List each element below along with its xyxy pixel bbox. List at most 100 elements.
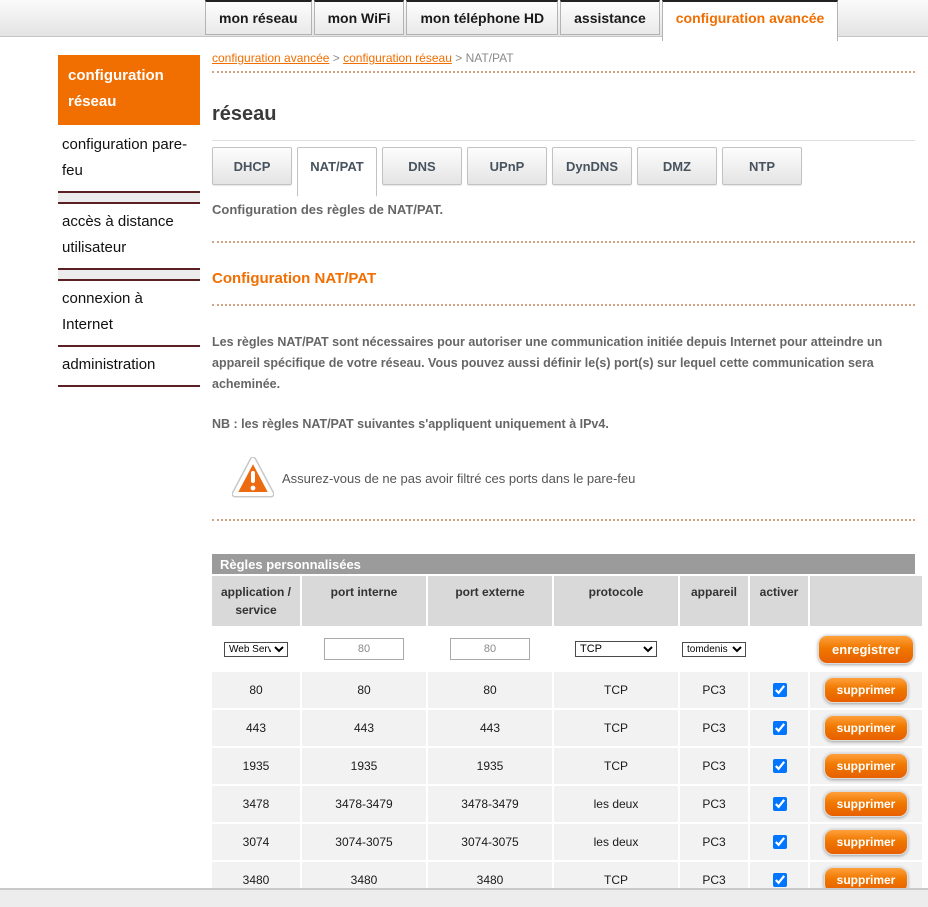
dotted-divider	[212, 304, 915, 306]
dotted-divider	[212, 519, 915, 521]
dotted-divider	[212, 241, 915, 243]
column-header-actions	[810, 576, 922, 626]
supprimer-button[interactable]: supprimer	[824, 791, 909, 817]
rule-row: 443443443TCPPC3supprimer	[212, 710, 922, 746]
supprimer-button[interactable]: supprimer	[824, 677, 909, 703]
activer-cell	[750, 786, 808, 822]
sidebar: configuration réseauconfiguration pare-f…	[58, 55, 200, 387]
subtab-strip: DHCPNAT/PATDNSUPnPDynDNSDMZNTP	[212, 140, 915, 196]
top-tab-mon-reseau[interactable]: mon réseau	[205, 0, 312, 35]
breadcrumb: configuration avancée > configuration ré…	[212, 43, 915, 71]
rule-row: 193519351935TCPPC3supprimer	[212, 748, 922, 784]
subtab-ntp[interactable]: NTP	[722, 147, 802, 185]
main-content: configuration avancée > configuration ré…	[212, 43, 915, 900]
enregistrer-button[interactable]: enregistrer	[818, 635, 914, 664]
supprimer-button[interactable]: supprimer	[824, 753, 909, 779]
port-externe-cell: 3478-3479	[428, 786, 552, 822]
subtab-dhcp[interactable]: DHCP	[212, 147, 292, 185]
activer-checkbox[interactable]	[773, 873, 787, 887]
actions-cell: supprimer	[810, 824, 922, 860]
sidebar-item-configuration-pare-feu[interactable]: configuration pare-feu	[58, 127, 200, 193]
application-service-select[interactable]: Web Serv	[224, 642, 288, 657]
port-interne-cell: 3074-3075	[302, 824, 426, 860]
port-externe-cell: 443	[428, 710, 552, 746]
rules-table-section: Règles personnalisées application / serv…	[212, 554, 915, 900]
application-cell: 3478	[212, 786, 300, 822]
subtab-upnp[interactable]: UPnP	[467, 147, 547, 185]
actions-cell: supprimer	[810, 786, 922, 822]
actions-cell: supprimer	[810, 672, 922, 708]
subtab-nat-pat[interactable]: NAT/PAT	[297, 147, 377, 197]
rule-row: 30743074-30753074-3075les deuxPC3supprim…	[212, 824, 922, 860]
rule-row: 808080TCPPC3supprimer	[212, 672, 922, 708]
port-externe-cell: 1935	[428, 748, 552, 784]
activer-cell	[750, 748, 808, 784]
column-header-appareil: appareil	[680, 576, 748, 626]
activer-checkbox[interactable]	[773, 721, 787, 735]
application-cell: 3074	[212, 824, 300, 860]
appareil-cell: PC3	[680, 748, 748, 784]
footer-bar	[0, 888, 928, 907]
protocole-cell: TCP	[554, 748, 678, 784]
rules-table-header-row: application / service port interne port …	[212, 576, 922, 626]
activer-checkbox[interactable]	[773, 683, 787, 697]
top-tab-assistance[interactable]: assistance	[560, 0, 660, 35]
activer-cell	[750, 824, 808, 860]
column-header-port-interne: port interne	[302, 576, 426, 626]
port-interne-cell: 80	[302, 672, 426, 708]
dotted-divider	[212, 71, 915, 73]
subtab-dns[interactable]: DNS	[382, 147, 462, 185]
top-tab-mon-wifi[interactable]: mon WiFi	[314, 0, 405, 35]
column-header-protocole: protocole	[554, 576, 678, 626]
sidebar-item-acces-a-distance-utilisateur[interactable]: accès à distance utilisateur	[58, 204, 200, 270]
appareil-cell: PC3	[680, 672, 748, 708]
supprimer-button[interactable]: supprimer	[824, 715, 909, 741]
subtab-dmz[interactable]: DMZ	[637, 147, 717, 185]
application-cell: 1935	[212, 748, 300, 784]
warning-triangle-icon	[232, 457, 274, 499]
port-interne-cell: 1935	[302, 748, 426, 784]
description-text: Les règles NAT/PAT sont nécessaires pour…	[212, 332, 915, 395]
activer-cell	[750, 672, 808, 708]
breadcrumb-link-configuration-reseau[interactable]: configuration réseau	[343, 51, 452, 65]
supprimer-button[interactable]: supprimer	[824, 829, 909, 855]
sidebar-spacer	[58, 270, 200, 281]
port-externe-input[interactable]	[450, 638, 530, 660]
protocole-cell: les deux	[554, 786, 678, 822]
sidebar-spacer	[58, 193, 200, 204]
activer-checkbox[interactable]	[773, 759, 787, 773]
breadcrumb-current: NAT/PAT	[466, 51, 514, 65]
activer-cell	[750, 710, 808, 746]
breadcrumb-link-configuration-avancee[interactable]: configuration avancée	[212, 51, 329, 65]
appareil-select[interactable]: tomdenis	[682, 642, 746, 657]
column-header-port-externe: port externe	[428, 576, 552, 626]
top-tab-mon-telephone-hd[interactable]: mon téléphone HD	[406, 0, 558, 35]
rules-table-title: Règles personnalisées	[212, 554, 915, 574]
subtab-dyndns[interactable]: DynDNS	[552, 147, 632, 185]
application-cell: 443	[212, 710, 300, 746]
new-rule-form-row: Web Serv TCP tomdenis	[212, 628, 922, 670]
protocole-select[interactable]: TCP	[575, 641, 657, 657]
actions-cell: supprimer	[810, 748, 922, 784]
sidebar-item-configuration-reseau[interactable]: configuration réseau	[58, 55, 200, 125]
port-interne-cell: 443	[302, 710, 426, 746]
port-interne-cell: 3478-3479	[302, 786, 426, 822]
column-header-activer: activer	[750, 576, 808, 626]
top-tab-configuration-avancee[interactable]: configuration avancée	[662, 0, 839, 41]
top-tabs: mon réseaumon WiFimon téléphone HDassist…	[205, 0, 840, 41]
port-interne-input[interactable]	[324, 638, 404, 660]
appareil-cell: PC3	[680, 710, 748, 746]
protocole-cell: les deux	[554, 824, 678, 860]
subtab-caption: Configuration des règles de NAT/PAT.	[212, 202, 915, 217]
activer-checkbox[interactable]	[773, 835, 787, 849]
appareil-cell: PC3	[680, 824, 748, 860]
rule-row: 34783478-34793478-3479les deuxPC3supprim…	[212, 786, 922, 822]
activer-checkbox[interactable]	[773, 797, 787, 811]
protocole-cell: TCP	[554, 672, 678, 708]
sidebar-item-connexion-a-internet[interactable]: connexion à Internet	[58, 281, 200, 347]
sidebar-item-administration[interactable]: administration	[58, 347, 200, 387]
port-externe-cell: 3074-3075	[428, 824, 552, 860]
column-header-application-service: application / service	[212, 576, 300, 626]
port-externe-cell: 80	[428, 672, 552, 708]
protocole-cell: TCP	[554, 710, 678, 746]
